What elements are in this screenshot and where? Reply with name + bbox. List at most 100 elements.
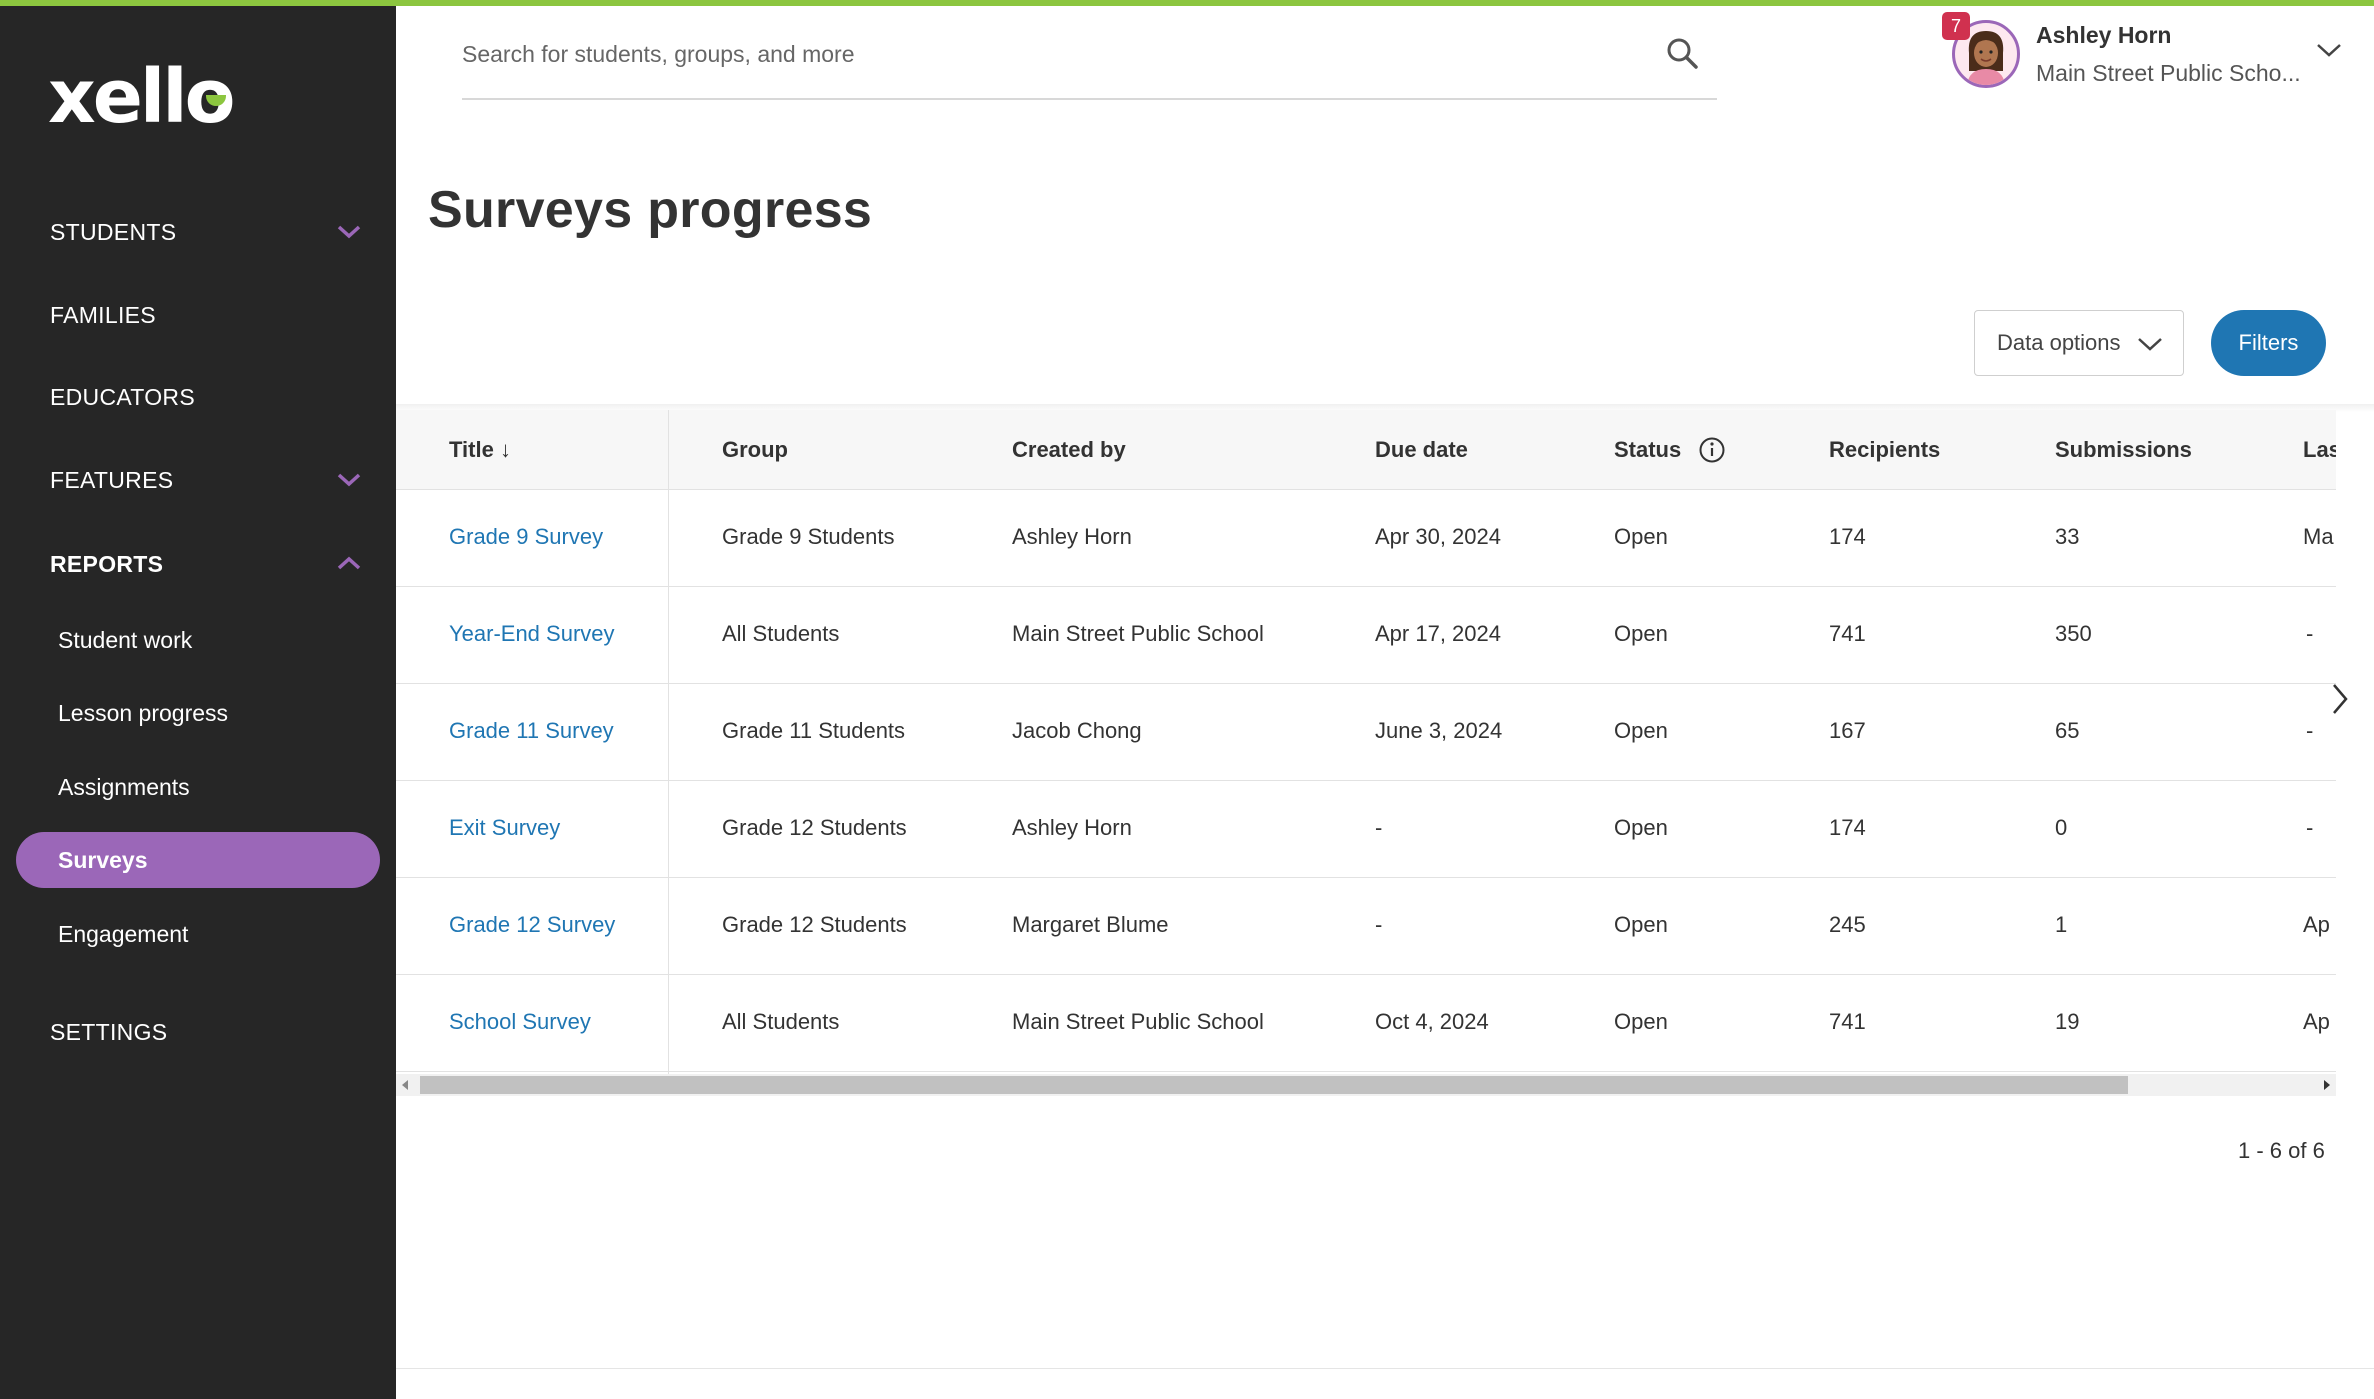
cell-recipients: 167 [1829,718,1866,743]
cell-due-date: - [1375,912,1383,937]
cell-status: Open [1614,621,1668,646]
page-title: Surveys progress [428,181,873,239]
column-header-title[interactable]: Title ↓ [449,437,511,463]
cell-last: - [2306,815,2314,840]
info-icon[interactable] [1698,436,1726,464]
cell-due-date: June 3, 2024 [1375,718,1503,743]
cell-recipients: 174 [1829,524,1866,549]
pagination-summary: 1 - 6 of 6 [2238,1138,2325,1163]
cell-recipients: 741 [1829,621,1866,646]
survey-title-link[interactable]: School Survey [449,1009,591,1035]
xello-logo[interactable]: xello [48,60,235,134]
nav-features[interactable]: FEATURES [50,467,173,494]
user-name[interactable]: Ashley Horn [2036,22,2171,49]
cell-created-by: Ashley Horn [1012,815,1132,840]
scroll-left-arrow-icon[interactable] [402,1080,408,1090]
survey-title-link[interactable]: Exit Survey [449,815,560,841]
cell-status: Open [1614,524,1668,549]
survey-title-link[interactable]: Grade 12 Survey [449,912,615,938]
sticky-column-divider [668,410,669,1076]
column-header-created-by[interactable]: Created by [1012,437,1126,463]
cell-group: Grade 12 Students [722,912,907,937]
scrollbar-thumb[interactable] [420,1076,2128,1094]
column-header-status[interactable]: Status [1614,437,1681,463]
search-icon[interactable] [1665,36,1699,70]
nav-reports[interactable]: REPORTS [50,551,163,578]
chevron-down-icon[interactable] [336,472,362,488]
cell-last: - [2306,718,2314,743]
table-row: Grade 11 Survey Grade 11 Students Jacob … [396,684,2336,781]
nav-engagement[interactable]: Engagement [58,921,188,948]
chevron-down-icon [2138,338,2162,351]
scroll-right-arrow-icon[interactable] [2324,1080,2330,1090]
chevron-down-icon[interactable] [2316,42,2342,58]
chevron-right-icon[interactable] [2330,682,2350,716]
cell-created-by: Ashley Horn [1012,524,1132,549]
nav-lesson-progress[interactable]: Lesson progress [58,700,228,727]
cell-last: - [2306,621,2314,646]
cell-last: Ap [2303,912,2330,937]
nav-educators[interactable]: EDUCATORS [50,384,195,411]
logo-text: xello [48,54,235,140]
search-bar [462,26,1717,100]
cell-submissions: 350 [2055,621,2092,646]
nav-settings[interactable]: SETTINGS [50,1019,167,1046]
cell-last: Ma [2303,524,2334,549]
chevron-up-icon[interactable] [336,555,362,571]
footer-divider [396,1368,2374,1369]
horizontal-scrollbar[interactable] [396,1074,2336,1096]
top-accent-bar [0,0,2374,6]
cell-recipients: 741 [1829,1009,1866,1034]
cell-group: Grade 11 Students [722,718,906,743]
search-input[interactable] [462,34,1642,74]
cell-group: Grade 12 Students [722,815,907,840]
cell-status: Open [1614,718,1668,743]
cell-created-by: Main Street Public School [1012,621,1264,646]
sidebar: xello STUDENTS FAMILIES EDUCATORS FEATUR… [0,0,396,1399]
cell-recipients: 174 [1829,815,1866,840]
nav-student-work[interactable]: Student work [58,627,192,654]
nav-surveys-active[interactable]: Surveys [16,832,380,888]
cell-submissions: 19 [2055,1009,2080,1034]
cell-group: All Students [722,1009,840,1034]
cell-group: Grade 9 Students [722,524,895,549]
table-row: Grade 12 Survey Grade 12 Students Margar… [396,878,2336,975]
column-header-last[interactable]: Las [2303,437,2336,463]
surveys-table: Title ↓ Group Created by Due date Status… [396,410,2336,1076]
notification-badge[interactable]: 7 [1942,12,1970,40]
cell-submissions: 65 [2055,718,2080,743]
survey-title-link[interactable]: Year-End Survey [449,621,615,647]
cell-status: Open [1614,815,1668,840]
survey-title-link[interactable]: Grade 11 Survey [449,718,614,744]
nav-families[interactable]: FAMILIES [50,302,156,329]
survey-title-link[interactable]: Grade 9 Survey [449,524,603,550]
table-row: Exit Survey Grade 12 Students Ashley Hor… [396,781,2336,878]
cell-last: Ap [2303,1009,2330,1034]
cell-status: Open [1614,1009,1668,1034]
data-options-dropdown[interactable]: Data options [1974,310,2184,376]
column-header-submissions[interactable]: Submissions [2055,437,2192,463]
cell-group: All Students [722,621,840,646]
cell-due-date: Oct 4, 2024 [1375,1009,1489,1034]
user-school[interactable]: Main Street Public Scho... [2036,60,2301,87]
cell-recipients: 245 [1829,912,1866,937]
cell-created-by: Margaret Blume [1012,912,1169,937]
cell-due-date: Apr 17, 2024 [1375,621,1501,646]
table-header: Title ↓ Group Created by Due date Status… [396,410,2336,490]
cell-submissions: 0 [2055,815,2068,840]
column-header-group[interactable]: Group [722,437,788,463]
filters-button[interactable]: Filters [2211,310,2326,376]
nav-surveys-label: Surveys [58,847,148,873]
column-header-due-date[interactable]: Due date [1375,437,1468,463]
cell-due-date: Apr 30, 2024 [1375,524,1501,549]
chevron-down-icon[interactable] [336,224,362,240]
cell-submissions: 1 [2055,912,2068,937]
column-header-recipients[interactable]: Recipients [1829,437,1940,463]
nav-assignments[interactable]: Assignments [58,774,190,801]
nav-students[interactable]: STUDENTS [50,219,176,246]
cell-submissions: 33 [2055,524,2080,549]
cell-due-date: - [1375,815,1383,840]
cell-created-by: Jacob Chong [1012,718,1142,743]
cell-status: Open [1614,912,1668,937]
table-row: School Survey All Students Main Street P… [396,975,2336,1072]
